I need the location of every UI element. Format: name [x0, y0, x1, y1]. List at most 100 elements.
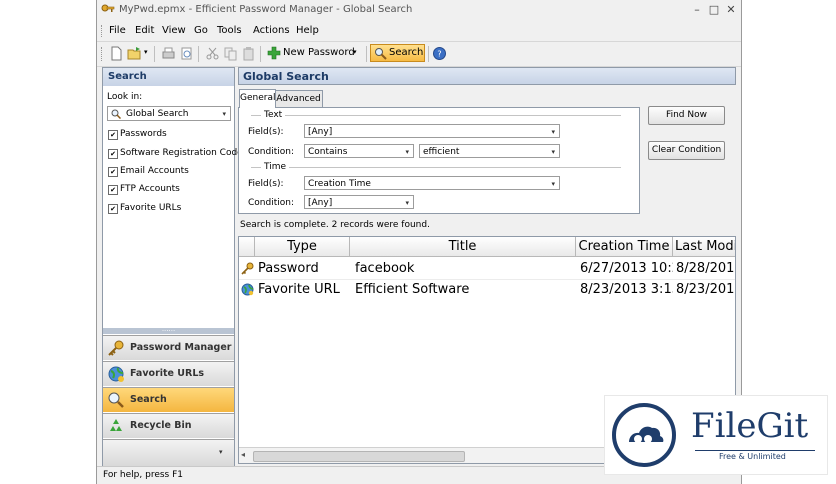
text-group-label: Text — [261, 110, 286, 120]
menu-bar: File Edit View Go Tools Actions Help — [97, 22, 741, 40]
nav-favorite-urls[interactable]: Favorite URLs — [103, 361, 234, 386]
nav-recycle-bin[interactable]: Recycle Bin — [103, 413, 234, 438]
window-title: MyPwd.epmx - Efficient Password Manager … — [119, 4, 413, 15]
menu-help[interactable]: Help — [296, 25, 319, 36]
open-dropdown-arrow[interactable]: ▾ — [144, 48, 148, 56]
column-header-icon[interactable] — [239, 237, 255, 257]
table-row[interactable]: Password facebook 6/27/2013 10:2 8/28/20… — [239, 259, 735, 279]
checkbox[interactable]: ✔ — [108, 204, 118, 214]
category-list: ✔ Passwords ✔ Software Registration Code… — [107, 129, 247, 229]
recycle-icon — [110, 419, 122, 431]
filegit-logo-icon — [612, 403, 676, 467]
category-favorite-urls[interactable]: ✔ Favorite URLs — [107, 203, 232, 215]
table-row[interactable]: Favorite URL Efficient Software 8/23/201… — [239, 280, 735, 300]
cell-type: Favorite URL — [258, 282, 340, 297]
copy-icon[interactable] — [223, 46, 238, 61]
scrollbar-thumb[interactable] — [253, 451, 465, 462]
category-label: Software Registration Codes — [120, 148, 248, 158]
cell-created: 6/27/2013 10:2 — [580, 261, 673, 276]
nav-password-manager[interactable]: Password Manager — [103, 335, 234, 360]
search-icon — [108, 392, 124, 408]
tab-general[interactable]: General — [239, 89, 276, 108]
checkbox[interactable]: ✔ — [108, 130, 118, 140]
menu-view[interactable]: View — [162, 25, 186, 36]
print-icon[interactable] — [161, 46, 176, 61]
new-password-button[interactable]: New Password ▾ — [265, 45, 363, 62]
close-button[interactable]: ✕ — [725, 4, 737, 16]
text-condition-select[interactable]: Contains ▾ — [304, 144, 414, 158]
menu-go[interactable]: Go — [194, 25, 208, 36]
filegit-tagline: Free & Unlimited — [719, 452, 786, 461]
chevron-down-icon: ▾ — [551, 128, 555, 136]
search-toolbar-button[interactable]: Search — [370, 44, 425, 62]
new-file-icon[interactable] — [109, 46, 124, 61]
text-group-line — [251, 115, 621, 116]
left-pane-header: Search — [103, 68, 234, 86]
search-toolbar-label: Search — [389, 47, 424, 58]
category-label: Passwords — [120, 129, 167, 139]
text-condition-value: Contains — [308, 147, 348, 157]
key-icon — [108, 340, 124, 356]
search-icon — [111, 109, 121, 119]
checkbox[interactable]: ✔ — [108, 149, 118, 159]
menu-file[interactable]: File — [109, 25, 126, 36]
menu-actions[interactable]: Actions — [253, 25, 290, 36]
paste-icon[interactable] — [241, 46, 256, 61]
text-search-input[interactable]: efficient ▾ — [419, 144, 560, 158]
key-icon — [241, 262, 254, 275]
checkbox[interactable]: ✔ — [108, 185, 118, 195]
cell-modified: 8/28/2013 — [676, 261, 735, 276]
time-group-line — [251, 167, 621, 168]
cut-icon[interactable] — [205, 46, 220, 61]
globe-icon — [241, 283, 254, 296]
find-now-button[interactable]: Find Now — [648, 106, 725, 125]
search-status: Search is complete. 2 records were found… — [240, 220, 430, 230]
left-pane-title: Search — [108, 71, 147, 82]
menu-tools[interactable]: Tools — [217, 25, 242, 36]
look-in-select[interactable]: Global Search ▾ — [107, 106, 231, 121]
column-header-type[interactable]: Type — [255, 237, 350, 257]
category-software-registration-codes[interactable]: ✔ Software Registration Codes — [107, 148, 247, 160]
nav-search[interactable]: Search — [103, 387, 234, 412]
time-fields-select[interactable]: Creation Time ▾ — [304, 176, 560, 190]
help-icon[interactable]: ? — [432, 46, 447, 61]
category-label: Email Accounts — [120, 166, 189, 176]
category-label: Favorite URLs — [120, 203, 182, 213]
nav-overflow[interactable]: ▾ — [103, 439, 234, 466]
checkbox[interactable]: ✔ — [108, 167, 118, 177]
scroll-left-icon[interactable]: ◂ — [241, 450, 245, 459]
toolbar-separator — [428, 46, 429, 62]
category-email-accounts[interactable]: ✔ Email Accounts — [107, 166, 232, 178]
toolbar-separator — [198, 46, 199, 62]
time-condition-select[interactable]: [Any] ▾ — [304, 195, 414, 209]
toolbar-separator — [154, 46, 155, 62]
cell-type: Password — [258, 261, 319, 276]
filegit-underline — [695, 450, 815, 451]
menu-edit[interactable]: Edit — [135, 25, 154, 36]
nav-label: Password Manager — [130, 342, 232, 353]
open-folder-icon[interactable] — [127, 46, 142, 61]
time-fields-value: Creation Time — [308, 179, 371, 189]
cell-title: Efficient Software — [355, 282, 470, 297]
filegit-watermark: FileGit Free & Unlimited — [604, 395, 828, 475]
cell-modified: 8/23/2013 — [676, 282, 735, 297]
clear-condition-button[interactable]: Clear Condition — [648, 141, 725, 160]
minimize-button[interactable]: – — [691, 4, 703, 16]
category-passwords[interactable]: ✔ Passwords — [107, 129, 232, 141]
text-fields-select[interactable]: [Any] ▾ — [304, 124, 560, 138]
chevron-down-icon: ▾ — [551, 148, 555, 156]
nav-label: Search — [130, 394, 167, 405]
look-in-value: Global Search — [126, 109, 189, 119]
time-condition-value: [Any] — [308, 198, 333, 208]
search-icon — [375, 48, 387, 60]
column-header-title[interactable]: Title — [350, 237, 576, 257]
print-preview-icon[interactable] — [179, 46, 194, 61]
text-condition-label: Condition: — [248, 147, 294, 157]
category-ftp-accounts[interactable]: ✔ FTP Accounts — [107, 184, 232, 196]
tab-advanced[interactable]: Advanced — [274, 90, 323, 108]
column-header-creation-time[interactable]: Creation Time — [576, 237, 673, 257]
pane-splitter[interactable]: ...... — [103, 326, 234, 334]
column-header-last-modified[interactable]: Last Modi — [673, 237, 735, 257]
toolbar-separator — [260, 46, 261, 62]
maximize-button[interactable]: □ — [708, 4, 720, 16]
